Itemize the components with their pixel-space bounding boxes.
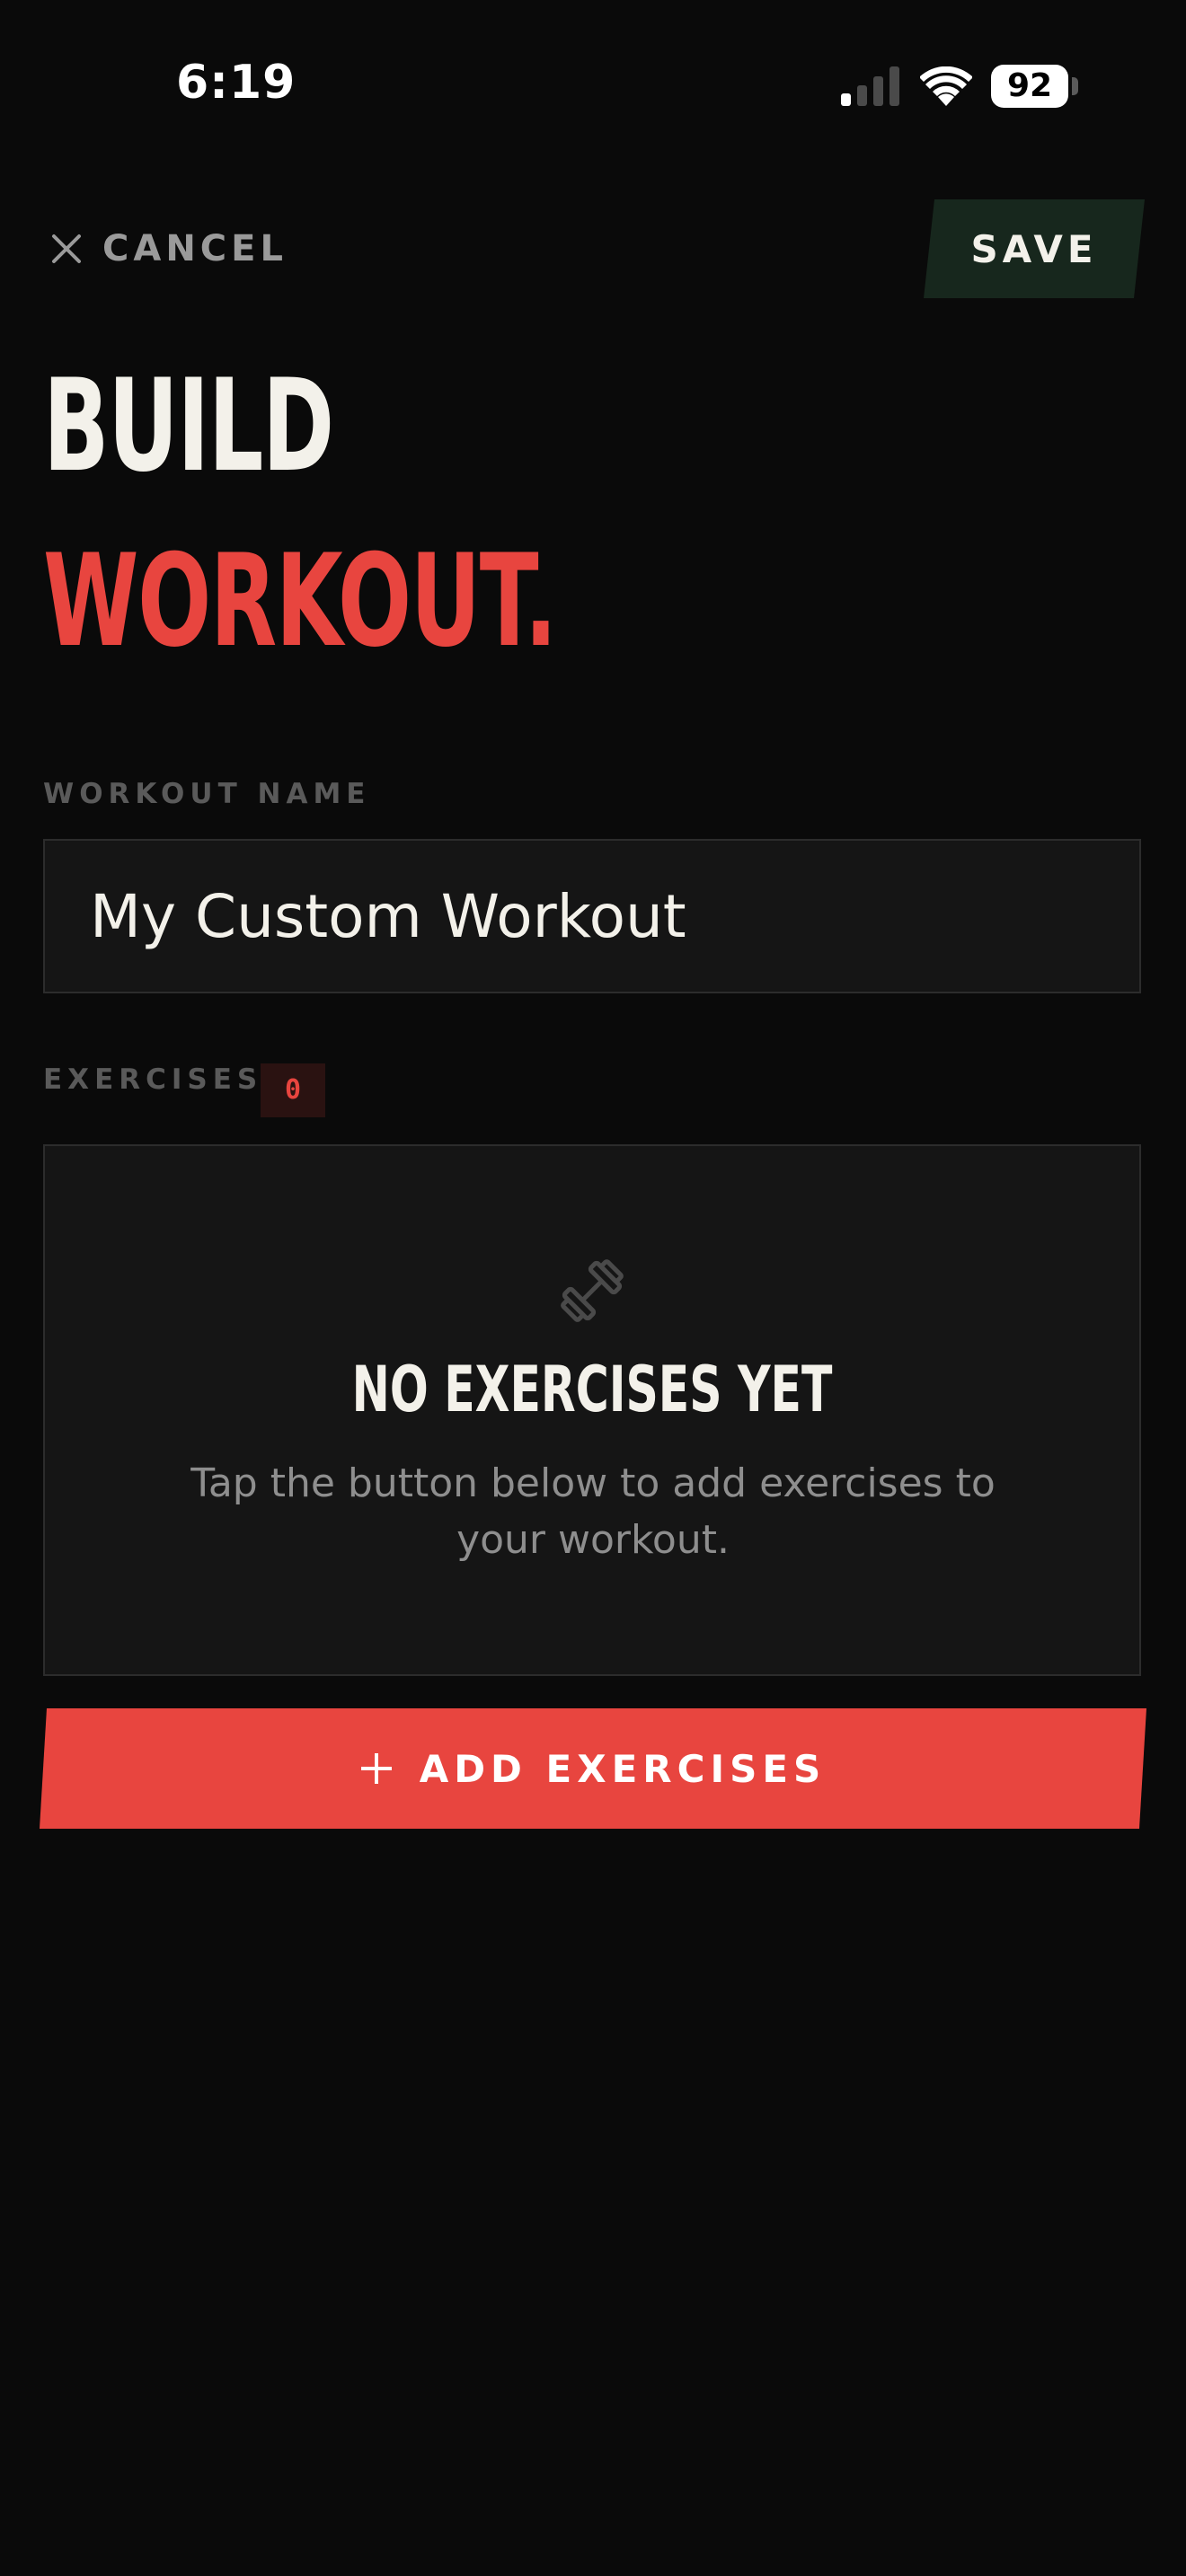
status-time: 6:19	[176, 56, 296, 110]
workout-name-label: WORKOUT NAME	[43, 778, 371, 810]
page-title-line-1: BUILD	[43, 352, 334, 500]
battery-percent: 92	[991, 65, 1068, 108]
plus-icon	[360, 1752, 393, 1785]
close-icon	[52, 234, 81, 263]
add-exercises-label: ADD EXERCISES	[419, 1746, 827, 1791]
cellular-signal-icon	[841, 66, 899, 106]
page-title-line-2: WORKOUT.	[43, 527, 557, 675]
workout-name-input[interactable]	[43, 839, 1141, 993]
save-label: SAVE	[970, 226, 1098, 271]
cancel-label: CANCEL	[102, 228, 288, 269]
exercises-empty-state: NO EXERCISES YET Tap the button below to…	[43, 1144, 1141, 1676]
empty-state-title: NO EXERCISES YET	[351, 1353, 833, 1426]
wifi-icon	[920, 66, 972, 106]
empty-state-description: Tap the button below to add exercises to…	[190, 1460, 996, 1563]
exercise-count-badge: 0	[261, 1063, 325, 1117]
exercises-label: EXERCISES	[43, 1063, 263, 1096]
save-button[interactable]: SAVE	[924, 199, 1145, 298]
dumbbell-icon	[561, 1259, 624, 1322]
battery-tip	[1072, 77, 1078, 95]
add-exercises-button[interactable]: ADD EXERCISES	[40, 1708, 1146, 1829]
cancel-button[interactable]: CANCEL	[49, 226, 288, 271]
battery-indicator: 92	[991, 65, 1078, 108]
